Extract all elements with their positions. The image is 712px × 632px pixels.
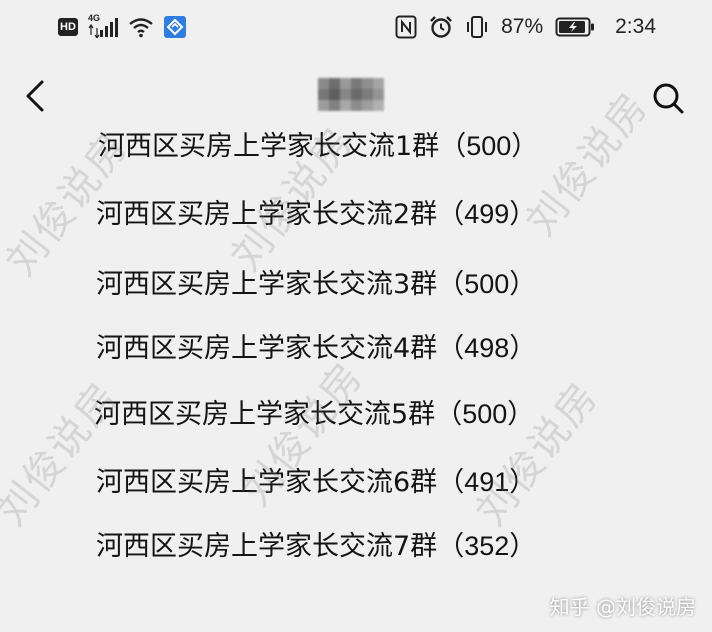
search-icon — [653, 83, 684, 114]
alarm-icon — [429, 15, 453, 39]
nfc-icon — [395, 15, 417, 39]
group-name: 河西区买房上学家长交流5群 — [94, 399, 436, 430]
group-member-count: （499） — [437, 199, 537, 229]
chevron-left-icon — [26, 80, 44, 112]
group-name: 河西区买房上学家长交流6群 — [96, 467, 438, 498]
battery-icon — [555, 16, 595, 38]
group-member-count: （500） — [435, 399, 535, 429]
screen: HD 4G 87% 2:34 河西区买房上学家长交流1群（500） 河西区买房上… — [0, 0, 712, 632]
group-name: 河西区买房上学家长交流7群 — [96, 531, 438, 562]
group-name: 河西区买房上学家长交流3群 — [96, 269, 438, 300]
wifi-icon — [128, 16, 154, 38]
group-list-item[interactable]: 河西区买房上学家长交流4群（498） — [96, 320, 536, 376]
group-list-item[interactable]: 河西区买房上学家长交流6群（491） — [96, 454, 536, 510]
page-title-redacted — [318, 78, 384, 112]
status-right-group: 87% 2:34 — [395, 12, 656, 42]
group-member-count: （498） — [437, 333, 537, 363]
status-left-group: HD 4G — [58, 13, 186, 40]
signal-icon: 4G — [88, 13, 118, 40]
app-notification-icon — [164, 16, 186, 38]
group-list-item[interactable]: 河西区买房上学家长交流5群（500） — [94, 386, 534, 442]
group-list-item[interactable]: 河西区买房上学家长交流3群（500） — [96, 256, 536, 312]
zhihu-credit: 知乎 @刘俊说房 — [549, 595, 696, 619]
hd-icon: HD — [58, 18, 78, 36]
clock-time: 2:34 — [615, 15, 656, 38]
group-member-count: （500） — [439, 131, 539, 161]
network-type-label: 4G — [88, 13, 101, 23]
vibrate-icon — [465, 15, 489, 39]
search-button[interactable] — [648, 78, 688, 118]
group-name: 河西区买房上学家长交流4群 — [96, 333, 438, 364]
group-name: 河西区买房上学家长交流1群 — [98, 131, 440, 162]
group-member-count: （500） — [437, 269, 537, 299]
back-button[interactable] — [18, 74, 54, 118]
group-list-item[interactable]: 河西区买房上学家长交流2群（499） — [96, 186, 536, 242]
group-name: 河西区买房上学家长交流2群 — [96, 199, 438, 230]
group-member-count: （352） — [437, 531, 537, 561]
group-list-item[interactable]: 河西区买房上学家长交流7群（352） — [96, 518, 536, 574]
group-member-count: （491） — [437, 467, 537, 497]
group-list-item[interactable]: 河西区买房上学家长交流1群（500） — [98, 118, 538, 174]
battery-percent: 87% — [501, 15, 544, 38]
status-bar: HD 4G 87% 2:34 — [0, 0, 712, 56]
